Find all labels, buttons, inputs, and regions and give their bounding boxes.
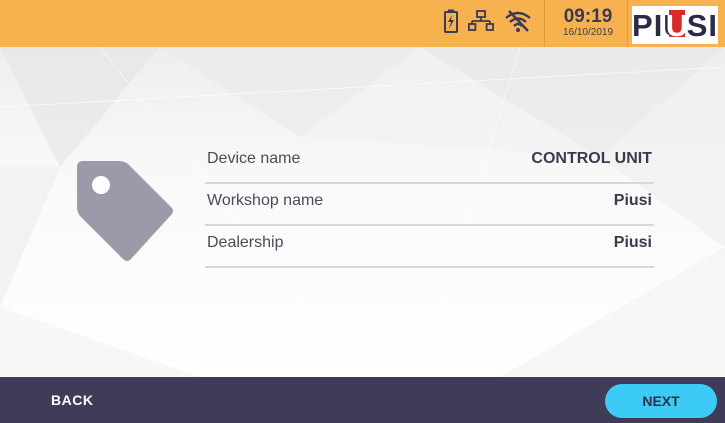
device-info-screen: 09:19 16/10/2019 PIUSI U D	[0, 0, 725, 423]
dealership-label: Dealership	[207, 234, 284, 251]
svg-text:U: U	[666, 8, 688, 43]
network-icon	[467, 10, 495, 37]
back-button[interactable]: BACK	[51, 392, 93, 408]
clock-time: 09:19	[563, 6, 613, 27]
device-name-row: Device name CONTROL UNIT	[205, 142, 654, 184]
dealership-row: Dealership Piusi	[205, 226, 654, 268]
top-bar: 09:19 16/10/2019 PIUSI U	[0, 0, 725, 47]
clock-date: 16/10/2019	[562, 27, 614, 38]
device-name-label: Device name	[207, 150, 301, 167]
dealership-value[interactable]: Piusi	[614, 234, 652, 252]
wifi-off-icon	[504, 9, 532, 38]
piusi-logo: PIUSI U	[632, 6, 718, 44]
divider	[544, 0, 545, 47]
device-name-value[interactable]: CONTROL UNIT	[531, 150, 652, 168]
divider	[627, 0, 628, 47]
tag-icon	[77, 161, 173, 261]
workshop-name-row: Workshop name Piusi	[205, 184, 654, 226]
next-button[interactable]: NEXT	[605, 384, 717, 418]
battery-charging-icon	[444, 9, 458, 38]
workshop-name-value[interactable]: Piusi	[614, 192, 652, 210]
status-icons	[434, 0, 544, 47]
clock: 09:19 16/10/2019	[551, 6, 625, 39]
workshop-name-label: Workshop name	[207, 192, 324, 209]
